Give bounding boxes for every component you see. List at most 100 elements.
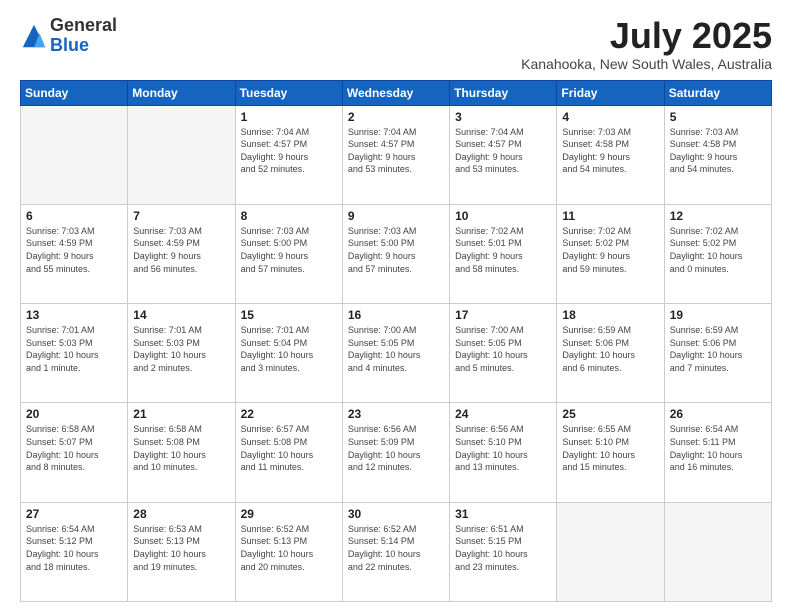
calendar-day-cell: 23 Sunrise: 6:56 AM Sunset: 5:09 PM Dayli… [342,403,449,502]
day-number: 31 [455,507,551,521]
calendar-day-cell: 10 Sunrise: 7:02 AM Sunset: 5:01 PM Dayli… [450,204,557,303]
day-number: 7 [133,209,229,223]
calendar-table: SundayMondayTuesdayWednesdayThursdayFrid… [20,80,772,602]
day-number: 15 [241,308,337,322]
day-number: 4 [562,110,658,124]
calendar-day-cell: 1 Sunrise: 7:04 AM Sunset: 4:57 PM Daylig… [235,105,342,204]
day-info: Sunrise: 6:58 AM Sunset: 5:07 PM Dayligh… [26,423,122,473]
day-info: Sunrise: 6:58 AM Sunset: 5:08 PM Dayligh… [133,423,229,473]
day-number: 18 [562,308,658,322]
calendar-day-cell: 17Sunrise: 7:00 AM Sunset: 5:05 PM Dayli… [450,304,557,403]
day-number: 1 [241,110,337,124]
day-number: 10 [455,209,551,223]
calendar-day-cell: 13 Sunrise: 7:01 AM Sunset: 5:03 PM Dayli… [21,304,128,403]
day-number: 6 [26,209,122,223]
calendar-header-row: SundayMondayTuesdayWednesdayThursdayFrid… [21,80,772,105]
logo-blue: Blue [50,35,89,55]
logo-icon [20,22,48,50]
page: General Blue July 2025 Kanahooka, New So… [0,0,792,612]
calendar-day-cell: 19 Sunrise: 6:59 AM Sunset: 5:06 PM Dayli… [664,304,771,403]
day-info: Sunrise: 6:52 AM Sunset: 5:14 PM Dayligh… [348,523,444,573]
calendar-day-cell: 4 Sunrise: 7:03 AM Sunset: 4:58 PM Daylig… [557,105,664,204]
day-number: 28 [133,507,229,521]
logo: General Blue [20,16,117,56]
day-number: 16 [348,308,444,322]
day-info: Sunrise: 6:52 AM Sunset: 5:13 PM Dayligh… [241,523,337,573]
day-info: Sunrise: 7:03 AM Sunset: 4:58 PM Dayligh… [562,126,658,176]
day-info: Sunrise: 7:02 AM Sunset: 5:01 PM Dayligh… [455,225,551,275]
calendar-day-header: Wednesday [342,80,449,105]
calendar-day-cell: 25 Sunrise: 6:55 AM Sunset: 5:10 PM Dayli… [557,403,664,502]
day-info: Sunrise: 7:03 AM Sunset: 5:00 PM Dayligh… [241,225,337,275]
calendar-day-header: Friday [557,80,664,105]
day-number: 25 [562,407,658,421]
calendar-week-row: 13 Sunrise: 7:01 AM Sunset: 5:03 PM Dayli… [21,304,772,403]
calendar-day-cell: 3Sunrise: 7:04 AM Sunset: 4:57 PM Daylig… [450,105,557,204]
calendar-day-cell [557,502,664,601]
day-info: Sunrise: 6:56 AM Sunset: 5:10 PM Dayligh… [455,423,551,473]
day-number: 30 [348,507,444,521]
day-number: 2 [348,110,444,124]
day-info: Sunrise: 6:59 AM Sunset: 5:06 PM Dayligh… [670,324,766,374]
day-number: 22 [241,407,337,421]
calendar-day-cell: 2Sunrise: 7:04 AM Sunset: 4:57 PM Daylig… [342,105,449,204]
day-info: Sunrise: 7:00 AM Sunset: 5:05 PM Dayligh… [348,324,444,374]
calendar-day-cell: 29 Sunrise: 6:52 AM Sunset: 5:13 PM Dayli… [235,502,342,601]
day-number: 8 [241,209,337,223]
calendar-week-row: 1 Sunrise: 7:04 AM Sunset: 4:57 PM Daylig… [21,105,772,204]
month-title: July 2025 [521,16,772,56]
day-number: 26 [670,407,766,421]
calendar-day-header: Monday [128,80,235,105]
day-number: 3 [455,110,551,124]
day-number: 29 [241,507,337,521]
logo-general: General [50,15,117,35]
day-number: 24 [455,407,551,421]
day-info: Sunrise: 6:59 AM Sunset: 5:06 PM Dayligh… [562,324,658,374]
day-info: Sunrise: 7:03 AM Sunset: 4:58 PM Dayligh… [670,126,766,176]
day-number: 21 [133,407,229,421]
calendar-day-cell: 28 Sunrise: 6:53 AM Sunset: 5:13 PM Dayli… [128,502,235,601]
calendar-day-cell: 18 Sunrise: 6:59 AM Sunset: 5:06 PM Dayli… [557,304,664,403]
day-number: 13 [26,308,122,322]
calendar-day-header: Sunday [21,80,128,105]
calendar-day-cell: 24 Sunrise: 6:56 AM Sunset: 5:10 PM Dayli… [450,403,557,502]
day-info: Sunrise: 7:01 AM Sunset: 5:03 PM Dayligh… [133,324,229,374]
calendar-day-cell: 27Sunrise: 6:54 AM Sunset: 5:12 PM Dayli… [21,502,128,601]
calendar-day-cell: 12 Sunrise: 7:02 AM Sunset: 5:02 PM Dayli… [664,204,771,303]
day-info: Sunrise: 7:02 AM Sunset: 5:02 PM Dayligh… [670,225,766,275]
calendar-day-cell: 8 Sunrise: 7:03 AM Sunset: 5:00 PM Daylig… [235,204,342,303]
day-info: Sunrise: 6:54 AM Sunset: 5:12 PM Dayligh… [26,523,122,573]
day-number: 5 [670,110,766,124]
day-number: 9 [348,209,444,223]
calendar-day-cell [128,105,235,204]
calendar-day-cell: 31 Sunrise: 6:51 AM Sunset: 5:15 PM Dayli… [450,502,557,601]
calendar-day-cell: 30 Sunrise: 6:52 AM Sunset: 5:14 PM Dayli… [342,502,449,601]
day-info: Sunrise: 6:57 AM Sunset: 5:08 PM Dayligh… [241,423,337,473]
calendar-day-cell [664,502,771,601]
calendar-day-cell [21,105,128,204]
day-number: 14 [133,308,229,322]
calendar-day-cell: 21 Sunrise: 6:58 AM Sunset: 5:08 PM Dayli… [128,403,235,502]
location: Kanahooka, New South Wales, Australia [521,56,772,72]
calendar-day-cell: 26 Sunrise: 6:54 AM Sunset: 5:11 PM Dayli… [664,403,771,502]
day-info: Sunrise: 7:01 AM Sunset: 5:03 PM Dayligh… [26,324,122,374]
day-number: 23 [348,407,444,421]
calendar-day-header: Tuesday [235,80,342,105]
day-info: Sunrise: 7:03 AM Sunset: 5:00 PM Dayligh… [348,225,444,275]
calendar-day-cell: 11Sunrise: 7:02 AM Sunset: 5:02 PM Dayli… [557,204,664,303]
day-info: Sunrise: 6:53 AM Sunset: 5:13 PM Dayligh… [133,523,229,573]
calendar-week-row: 20Sunrise: 6:58 AM Sunset: 5:07 PM Dayli… [21,403,772,502]
day-number: 12 [670,209,766,223]
day-info: Sunrise: 7:04 AM Sunset: 4:57 PM Dayligh… [241,126,337,176]
calendar-day-cell: 14 Sunrise: 7:01 AM Sunset: 5:03 PM Dayli… [128,304,235,403]
day-info: Sunrise: 6:56 AM Sunset: 5:09 PM Dayligh… [348,423,444,473]
day-info: Sunrise: 6:55 AM Sunset: 5:10 PM Dayligh… [562,423,658,473]
calendar-day-header: Thursday [450,80,557,105]
day-info: Sunrise: 7:03 AM Sunset: 4:59 PM Dayligh… [133,225,229,275]
logo-text: General Blue [50,16,117,56]
day-info: Sunrise: 6:51 AM Sunset: 5:15 PM Dayligh… [455,523,551,573]
day-number: 19 [670,308,766,322]
title-block: July 2025 Kanahooka, New South Wales, Au… [521,16,772,72]
day-info: Sunrise: 6:54 AM Sunset: 5:11 PM Dayligh… [670,423,766,473]
calendar-week-row: 27Sunrise: 6:54 AM Sunset: 5:12 PM Dayli… [21,502,772,601]
